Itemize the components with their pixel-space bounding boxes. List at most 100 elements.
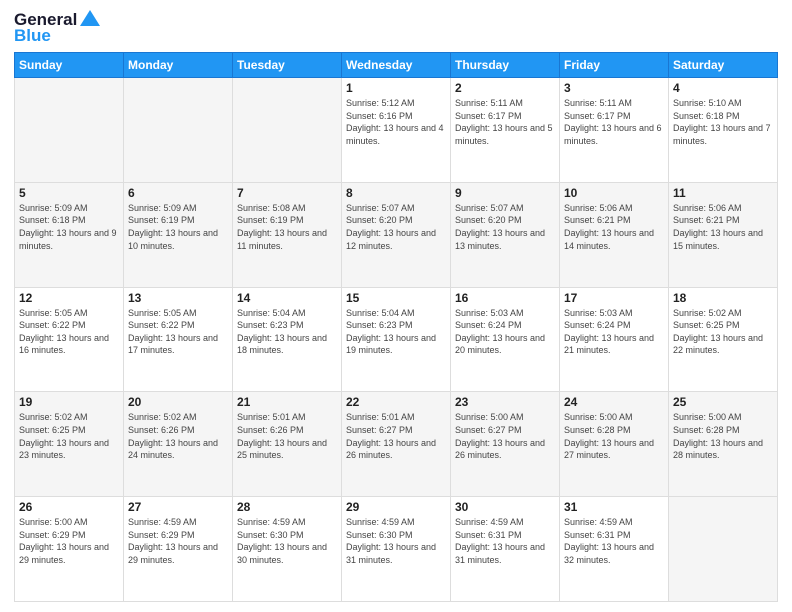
calendar-cell: 11 Sunrise: 5:06 AM Sunset: 6:21 PM Dayli… (669, 182, 778, 287)
day-info: Sunrise: 4:59 AM Sunset: 6:29 PM Dayligh… (128, 516, 228, 566)
day-info: Sunrise: 5:09 AM Sunset: 6:18 PM Dayligh… (19, 202, 119, 252)
day-info: Sunrise: 5:02 AM Sunset: 6:25 PM Dayligh… (19, 411, 119, 461)
day-number: 3 (564, 81, 664, 95)
weekday-monday: Monday (124, 53, 233, 78)
day-info: Sunrise: 5:04 AM Sunset: 6:23 PM Dayligh… (346, 307, 446, 357)
calendar-cell: 5Sunrise: 5:09 AM Sunset: 6:18 PM Daylig… (15, 182, 124, 287)
calendar-cell (233, 78, 342, 183)
calendar-week-1: 1 Sunrise: 5:12 AM Sunset: 6:16 PM Daylig… (15, 78, 778, 183)
calendar-cell: 30 Sunrise: 4:59 AM Sunset: 6:31 PM Dayli… (451, 497, 560, 602)
calendar-cell: 19Sunrise: 5:02 AM Sunset: 6:25 PM Dayli… (15, 392, 124, 497)
day-info: Sunrise: 5:02 AM Sunset: 6:25 PM Dayligh… (673, 307, 773, 357)
weekday-saturday: Saturday (669, 53, 778, 78)
day-info: Sunrise: 5:12 AM Sunset: 6:16 PM Dayligh… (346, 97, 446, 147)
day-info: Sunrise: 4:59 AM Sunset: 6:31 PM Dayligh… (564, 516, 664, 566)
calendar-cell: 3 Sunrise: 5:11 AM Sunset: 6:17 PM Daylig… (560, 78, 669, 183)
day-info: Sunrise: 5:11 AM Sunset: 6:17 PM Dayligh… (455, 97, 555, 147)
calendar-cell: 8Sunrise: 5:07 AM Sunset: 6:20 PM Daylig… (342, 182, 451, 287)
calendar-cell: 24 Sunrise: 5:00 AM Sunset: 6:28 PM Dayli… (560, 392, 669, 497)
day-info: Sunrise: 5:05 AM Sunset: 6:22 PM Dayligh… (19, 307, 119, 357)
calendar-week-2: 5Sunrise: 5:09 AM Sunset: 6:18 PM Daylig… (15, 182, 778, 287)
calendar-week-5: 26 Sunrise: 5:00 AM Sunset: 6:29 PM Dayli… (15, 497, 778, 602)
day-number: 17 (564, 291, 664, 305)
calendar-cell: 1 Sunrise: 5:12 AM Sunset: 6:16 PM Daylig… (342, 78, 451, 183)
weekday-sunday: Sunday (15, 53, 124, 78)
day-info: Sunrise: 5:07 AM Sunset: 6:20 PM Dayligh… (346, 202, 446, 252)
day-number: 1 (346, 81, 446, 95)
calendar-cell: 15 Sunrise: 5:04 AM Sunset: 6:23 PM Dayli… (342, 287, 451, 392)
day-info: Sunrise: 5:03 AM Sunset: 6:24 PM Dayligh… (455, 307, 555, 357)
day-number: 12 (19, 291, 119, 305)
day-number: 13 (128, 291, 228, 305)
calendar-week-3: 12 Sunrise: 5:05 AM Sunset: 6:22 PM Dayli… (15, 287, 778, 392)
day-info: Sunrise: 5:10 AM Sunset: 6:18 PM Dayligh… (673, 97, 773, 147)
page: General Blue SundayMondayTuesdayWednesda… (0, 0, 792, 612)
day-number: 27 (128, 500, 228, 514)
day-info: Sunrise: 5:02 AM Sunset: 6:26 PM Dayligh… (128, 411, 228, 461)
weekday-tuesday: Tuesday (233, 53, 342, 78)
day-number: 25 (673, 395, 773, 409)
calendar-cell: 25 Sunrise: 5:00 AM Sunset: 6:28 PM Dayli… (669, 392, 778, 497)
day-info: Sunrise: 4:59 AM Sunset: 6:30 PM Dayligh… (237, 516, 337, 566)
day-info: Sunrise: 5:06 AM Sunset: 6:21 PM Dayligh… (673, 202, 773, 252)
calendar-cell: 22 Sunrise: 5:01 AM Sunset: 6:27 PM Dayli… (342, 392, 451, 497)
calendar-cell: 9 Sunrise: 5:07 AM Sunset: 6:20 PM Daylig… (451, 182, 560, 287)
day-info: Sunrise: 5:00 AM Sunset: 6:27 PM Dayligh… (455, 411, 555, 461)
calendar-cell: 16 Sunrise: 5:03 AM Sunset: 6:24 PM Dayli… (451, 287, 560, 392)
day-info: Sunrise: 4:59 AM Sunset: 6:30 PM Dayligh… (346, 516, 446, 566)
calendar-cell: 4 Sunrise: 5:10 AM Sunset: 6:18 PM Daylig… (669, 78, 778, 183)
day-number: 28 (237, 500, 337, 514)
day-info: Sunrise: 5:01 AM Sunset: 6:26 PM Dayligh… (237, 411, 337, 461)
day-number: 31 (564, 500, 664, 514)
day-info: Sunrise: 4:59 AM Sunset: 6:31 PM Dayligh… (455, 516, 555, 566)
day-number: 26 (19, 500, 119, 514)
calendar-week-4: 19Sunrise: 5:02 AM Sunset: 6:25 PM Dayli… (15, 392, 778, 497)
day-number: 11 (673, 186, 773, 200)
calendar-cell: 27 Sunrise: 4:59 AM Sunset: 6:29 PM Dayli… (124, 497, 233, 602)
day-number: 30 (455, 500, 555, 514)
weekday-wednesday: Wednesday (342, 53, 451, 78)
day-info: Sunrise: 5:07 AM Sunset: 6:20 PM Dayligh… (455, 202, 555, 252)
calendar-cell: 20Sunrise: 5:02 AM Sunset: 6:26 PM Dayli… (124, 392, 233, 497)
calendar-cell: 31 Sunrise: 4:59 AM Sunset: 6:31 PM Dayli… (560, 497, 669, 602)
day-info: Sunrise: 5:06 AM Sunset: 6:21 PM Dayligh… (564, 202, 664, 252)
calendar-cell: 18Sunrise: 5:02 AM Sunset: 6:25 PM Dayli… (669, 287, 778, 392)
calendar-cell: 21 Sunrise: 5:01 AM Sunset: 6:26 PM Dayli… (233, 392, 342, 497)
day-number: 10 (564, 186, 664, 200)
day-number: 14 (237, 291, 337, 305)
calendar-cell: 12 Sunrise: 5:05 AM Sunset: 6:22 PM Dayli… (15, 287, 124, 392)
day-info: Sunrise: 5:11 AM Sunset: 6:17 PM Dayligh… (564, 97, 664, 147)
day-number: 16 (455, 291, 555, 305)
day-number: 6 (128, 186, 228, 200)
header: General Blue (14, 10, 778, 46)
calendar-cell: 10 Sunrise: 5:06 AM Sunset: 6:21 PM Dayli… (560, 182, 669, 287)
calendar-cell (669, 497, 778, 602)
calendar-cell: 6 Sunrise: 5:09 AM Sunset: 6:19 PM Daylig… (124, 182, 233, 287)
day-info: Sunrise: 5:01 AM Sunset: 6:27 PM Dayligh… (346, 411, 446, 461)
day-number: 29 (346, 500, 446, 514)
day-number: 22 (346, 395, 446, 409)
calendar-cell: 28 Sunrise: 4:59 AM Sunset: 6:30 PM Dayli… (233, 497, 342, 602)
day-info: Sunrise: 5:00 AM Sunset: 6:29 PM Dayligh… (19, 516, 119, 566)
calendar-cell: 13Sunrise: 5:05 AM Sunset: 6:22 PM Dayli… (124, 287, 233, 392)
logo-icon (78, 8, 102, 30)
day-number: 4 (673, 81, 773, 95)
calendar-table: SundayMondayTuesdayWednesdayThursdayFrid… (14, 52, 778, 602)
calendar-cell: 17Sunrise: 5:03 AM Sunset: 6:24 PM Dayli… (560, 287, 669, 392)
day-number: 9 (455, 186, 555, 200)
day-number: 15 (346, 291, 446, 305)
day-number: 24 (564, 395, 664, 409)
weekday-header-row: SundayMondayTuesdayWednesdayThursdayFrid… (15, 53, 778, 78)
day-info: Sunrise: 5:00 AM Sunset: 6:28 PM Dayligh… (564, 411, 664, 461)
calendar-cell: 2Sunrise: 5:11 AM Sunset: 6:17 PM Daylig… (451, 78, 560, 183)
day-number: 21 (237, 395, 337, 409)
calendar-cell (124, 78, 233, 183)
day-info: Sunrise: 5:00 AM Sunset: 6:28 PM Dayligh… (673, 411, 773, 461)
logo: General Blue (14, 10, 102, 46)
calendar-cell: 14Sunrise: 5:04 AM Sunset: 6:23 PM Dayli… (233, 287, 342, 392)
calendar-cell: 29 Sunrise: 4:59 AM Sunset: 6:30 PM Dayli… (342, 497, 451, 602)
calendar-cell: 26 Sunrise: 5:00 AM Sunset: 6:29 PM Dayli… (15, 497, 124, 602)
day-info: Sunrise: 5:09 AM Sunset: 6:19 PM Dayligh… (128, 202, 228, 252)
logo-blue-text: Blue (14, 26, 51, 46)
weekday-thursday: Thursday (451, 53, 560, 78)
